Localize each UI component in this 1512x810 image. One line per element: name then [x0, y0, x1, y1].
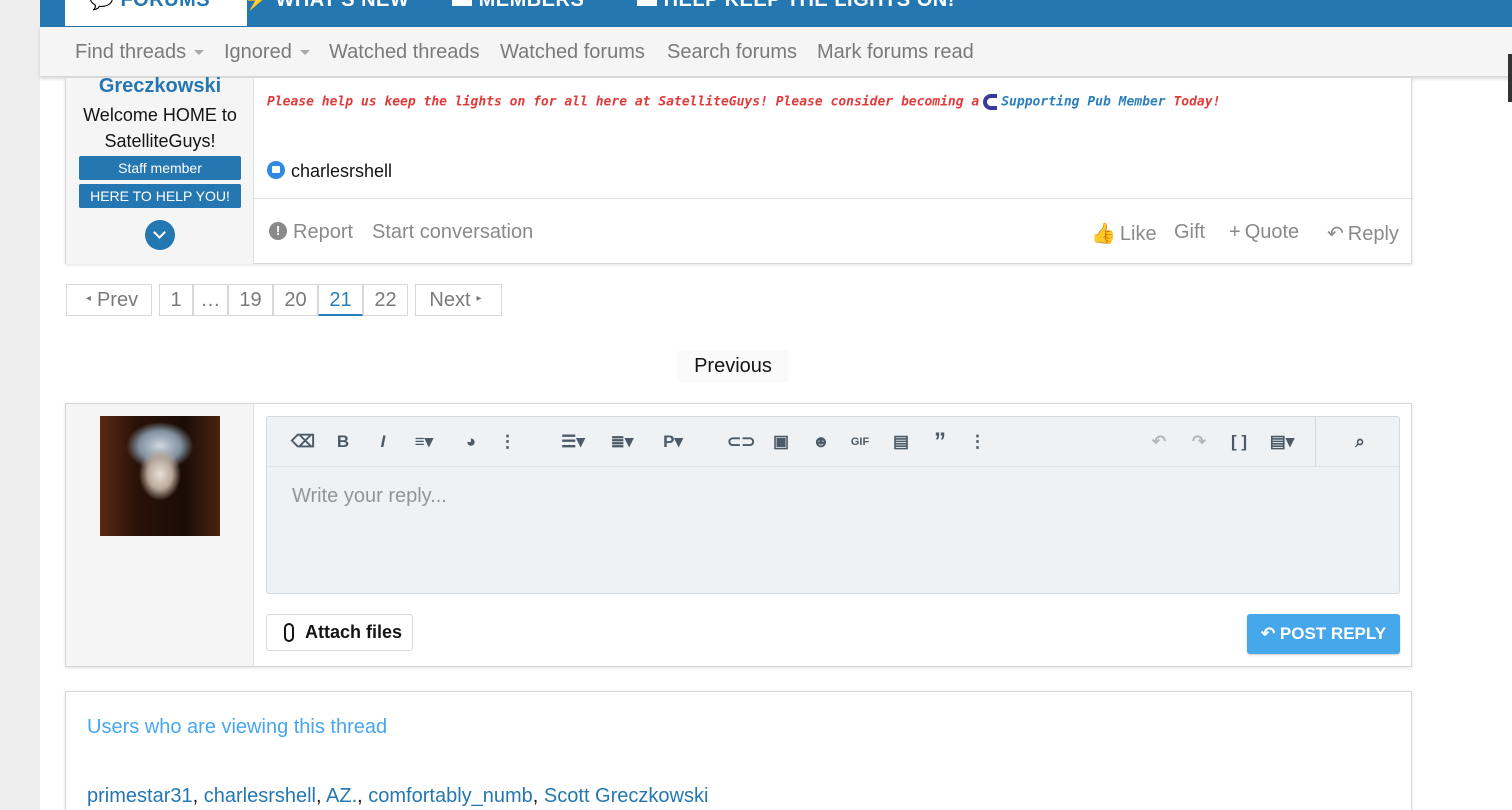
quote-button[interactable]: + Quote	[1229, 221, 1299, 244]
viewer-link[interactable]: charlesrshell	[204, 785, 316, 807]
page-link[interactable]: 20	[273, 284, 318, 316]
supporting-pub-member-link[interactable]: Supporting Pub Member	[1001, 95, 1165, 110]
scrollbar[interactable]	[1508, 54, 1512, 102]
smiley-icon[interactable]: ☻	[809, 431, 833, 453]
id-card-icon: ▬	[452, 0, 479, 11]
reply-arrow-icon: ↶	[1260, 624, 1280, 643]
post-reply-button[interactable]: ↶ POST REPLY	[1247, 614, 1400, 654]
reply-arrow-icon: ↶	[1327, 223, 1344, 245]
mark-forums-read-link[interactable]: Mark forums read	[817, 41, 974, 64]
save-draft-icon[interactable]: ▤▾	[1263, 431, 1301, 453]
paperclip-icon	[284, 623, 294, 642]
bbcode-icon[interactable]: [ ]	[1227, 431, 1251, 453]
italic-icon[interactable]: I	[371, 431, 395, 453]
bold-icon[interactable]: B	[331, 431, 355, 453]
ignored-menu[interactable]: Ignored	[224, 41, 310, 64]
viewer-link[interactable]: AZ.	[326, 785, 357, 807]
supporting-member-logo-icon	[983, 94, 998, 110]
avatar[interactable]	[100, 416, 220, 536]
post-actions-bar: ! Report Start conversation 👍 Like Gift + Q…	[254, 198, 1413, 264]
reply-input[interactable]: Write your reply...	[292, 485, 447, 508]
watched-threads-link[interactable]: Watched threads	[329, 41, 479, 64]
find-threads-menu[interactable]: Find threads	[75, 41, 205, 64]
like-reaction-icon	[267, 161, 285, 180]
preview-icon[interactable]: ⌕	[1348, 431, 1372, 453]
like-button[interactable]: 👍 Like	[1091, 221, 1157, 246]
previous-button[interactable]: Previous	[677, 350, 789, 382]
alert-icon: !	[269, 221, 287, 240]
tab-whats-new[interactable]: ⚡ WHAT'S NEW	[244, 0, 409, 26]
viewer-link[interactable]: Scott Greczkowski	[544, 785, 708, 807]
link-icon[interactable]: ⊂⊃	[727, 431, 756, 453]
users-viewing-title: Users who are viewing this thread	[87, 716, 388, 738]
watched-forums-link[interactable]: Watched forums	[500, 41, 645, 64]
comments-icon: 💬	[89, 0, 121, 11]
reaction-user-link[interactable]: charlesrshell	[291, 161, 392, 181]
reply-button[interactable]: ↶ Reply	[1327, 221, 1399, 246]
reactions-bar[interactable]: charlesrshell	[267, 161, 392, 182]
expand-user-info-button[interactable]	[145, 220, 175, 250]
chevron-right-icon: ▸	[476, 292, 482, 304]
toolbar-divider	[1315, 417, 1316, 467]
users-viewing-list: primestar31, charlesrshell, AZ., comfort…	[87, 785, 709, 807]
viewer-link[interactable]: comfortably_numb	[368, 785, 533, 807]
post-user-panel: Greczkowski Welcome HOME to SatelliteGuy…	[66, 75, 254, 264]
viewer-link[interactable]: primestar31	[87, 785, 193, 807]
pager-next[interactable]: Next ▸	[415, 284, 502, 316]
search-forums-link[interactable]: Search forums	[667, 41, 797, 64]
align-icon[interactable]: ≣▾	[603, 431, 641, 453]
pager-prev[interactable]: ◂ Prev	[66, 284, 152, 316]
staff-member-banner: Staff member	[79, 156, 241, 180]
quote-icon[interactable]: ”	[928, 430, 952, 454]
lightbulb-icon: ▬	[637, 0, 664, 11]
gift-button[interactable]: Gift	[1174, 221, 1205, 244]
users-viewing-block: Users who are viewing this thread primes…	[65, 691, 1412, 810]
image-icon[interactable]: ▣	[769, 431, 793, 453]
paragraph-icon[interactable]: P▾	[657, 431, 689, 453]
text-format-icon[interactable]: ≡▾	[405, 431, 443, 453]
start-conversation-button[interactable]: Start conversation	[372, 221, 533, 244]
quick-reply: ⌫ B I ≡▾ ◕ ⋮ ☰▾ ≣▾ P▾ ⊂⊃ ▣ ☻ GIF ▤ ” ⋮ ↶…	[65, 403, 1412, 667]
editor-toolbar: ⌫ B I ≡▾ ◕ ⋮ ☰▾ ≣▾ P▾ ⊂⊃ ▣ ☻ GIF ▤ ” ⋮ ↶…	[267, 417, 1399, 467]
main-navbar: 💬 FORUMS ⚡ WHAT'S NEW ▬ MEMBERS ▬ HELP K…	[40, 0, 1512, 27]
palette-icon[interactable]: ◕	[459, 431, 483, 453]
eraser-icon[interactable]: ⌫	[291, 431, 315, 453]
username-link[interactable]: Greczkowski	[66, 75, 254, 98]
page-jump-ellipsis[interactable]: …	[193, 284, 228, 316]
page-current[interactable]: 21	[318, 284, 363, 316]
page-link[interactable]: 22	[363, 284, 408, 316]
reply-editor: ⌫ B I ≡▾ ◕ ⋮ ☰▾ ≣▾ P▾ ⊂⊃ ▣ ☻ GIF ▤ ” ⋮ ↶…	[266, 416, 1400, 594]
sub-navbar: Find threads Ignored Watched threads Wat…	[40, 27, 1512, 102]
here-to-help-banner: HERE TO HELP YOU!	[79, 184, 241, 208]
chevron-down-icon	[194, 50, 205, 56]
tab-forums[interactable]: 💬 FORUMS	[65, 0, 247, 26]
thumbs-up-icon: 👍	[1091, 223, 1116, 245]
chevron-left-icon: ◂	[85, 292, 91, 304]
post-message: Greczkowski Welcome HOME to SatelliteGuy…	[65, 75, 1413, 264]
tab-help-keep-lights-on[interactable]: ▬ HELP KEEP THE LIGHTS ON!	[637, 0, 955, 26]
media-icon[interactable]: ▤	[889, 431, 913, 453]
redo-icon[interactable]: ↷	[1187, 431, 1211, 453]
plus-icon: +	[1229, 221, 1241, 243]
page-link[interactable]: 19	[228, 284, 273, 316]
signature: Please help us keep the lights on for al…	[267, 94, 1221, 110]
chevron-down-icon	[299, 50, 310, 56]
tab-members[interactable]: ▬ MEMBERS	[452, 0, 584, 26]
more-icon[interactable]: ⋮	[499, 431, 516, 453]
undo-icon[interactable]: ↶	[1147, 431, 1171, 453]
page-link[interactable]: 1	[159, 284, 193, 316]
more-icon[interactable]: ⋮	[969, 431, 986, 453]
page: 💬 FORUMS ⚡ WHAT'S NEW ▬ MEMBERS ▬ HELP K…	[40, 0, 1512, 810]
bolt-icon: ⚡	[244, 0, 276, 11]
gif-icon[interactable]: GIF	[846, 431, 874, 453]
list-icon[interactable]: ☰▾	[553, 431, 593, 453]
user-title: Welcome HOME to SatelliteGuys!	[83, 105, 237, 151]
attach-files-button[interactable]: Attach files	[266, 614, 413, 651]
reply-user-panel	[66, 404, 254, 666]
report-button[interactable]: ! Report	[269, 221, 353, 244]
